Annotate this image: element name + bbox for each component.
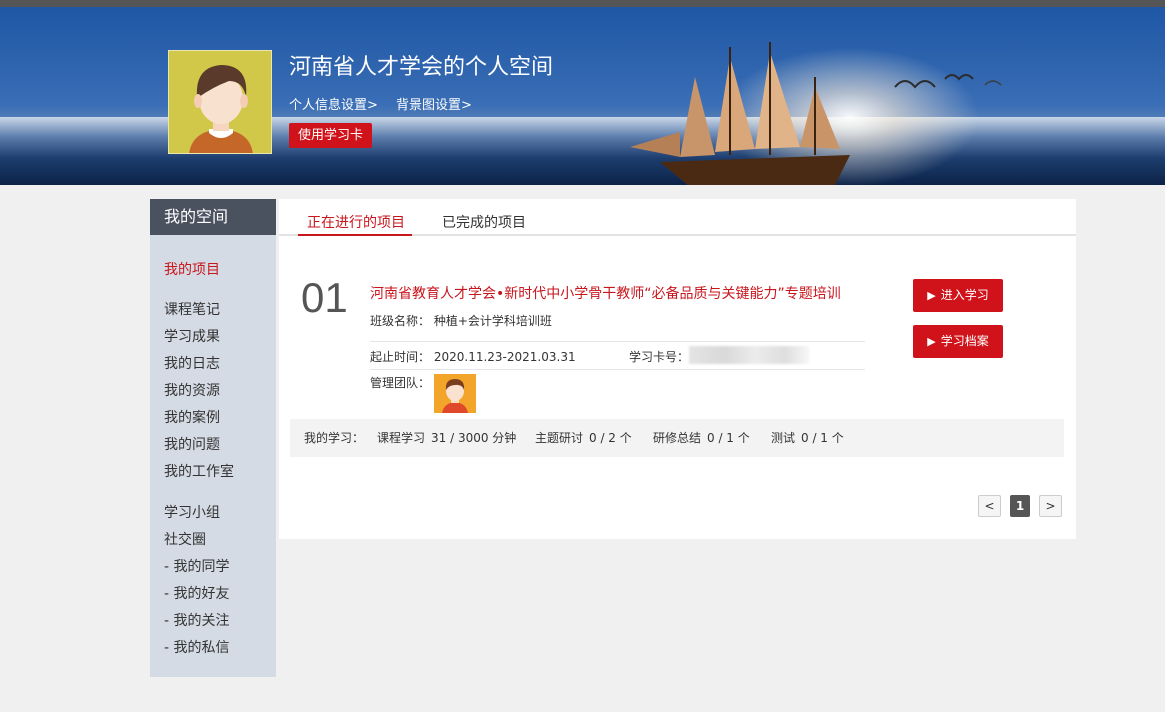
- sidebar-item-my-projects[interactable]: 我的项目: [164, 259, 220, 279]
- sidebar-item-my-questions[interactable]: 我的问题: [164, 434, 220, 454]
- study-card-label: 学习卡号：: [629, 350, 690, 364]
- tab-ongoing-projects[interactable]: 正在进行的项目: [307, 212, 405, 232]
- class-name-label: 班级名称：: [370, 314, 431, 328]
- use-study-card-button[interactable]: 使用学习卡: [289, 123, 372, 148]
- space-title: 河南省人才学会的个人空间: [289, 55, 554, 80]
- project-class-info: 班级名称： 种植+会计学科培训班: [370, 312, 552, 329]
- sidebar-item-classmates[interactable]: - 我的同学: [164, 556, 230, 576]
- summary-label: 研修总结: [653, 431, 702, 445]
- date-range-label: 起止时间：: [370, 350, 431, 364]
- user-avatar[interactable]: [168, 50, 272, 154]
- sidebar-item-my-resources[interactable]: 我的资源: [164, 380, 220, 400]
- study-card-number-redacted: [689, 346, 809, 364]
- enter-study-label: 进入学习: [940, 288, 989, 302]
- play-icon: ▶: [927, 335, 936, 348]
- study-progress-bar: 我的学习： 课程学习 31 / 3000 分钟 主题研讨 0 / 2 个 研修总…: [290, 419, 1064, 457]
- sidebar-item-private-messages[interactable]: - 我的私信: [164, 637, 230, 657]
- sidebar-item-my-cases[interactable]: 我的案例: [164, 407, 220, 427]
- tab-completed-projects[interactable]: 已完成的项目: [442, 212, 526, 232]
- project-tabs: 正在进行的项目 已完成的项目: [279, 199, 1076, 236]
- enter-study-button[interactable]: ▶ 进入学习: [913, 279, 1003, 312]
- prev-page-button[interactable]: <: [978, 495, 1001, 517]
- sidebar: 我的空间 我的项目 课程笔记 学习成果 我的日志 我的资源 我的案例 我的问题 …: [150, 199, 276, 677]
- project-date-info: 起止时间： 2020.11.23-2021.03.31: [370, 348, 576, 365]
- active-tab-indicator: [298, 234, 412, 236]
- team-person-icon: [434, 374, 476, 413]
- project-title-link[interactable]: 河南省教育人才学会•新时代中小学骨干教师“必备品质与关键能力”专题培训: [370, 283, 841, 303]
- my-study-label: 我的学习：: [304, 431, 365, 445]
- team-member-avatar[interactable]: [434, 374, 476, 413]
- summary-value: 0 / 1 个: [707, 431, 750, 445]
- current-page-button[interactable]: 1: [1010, 495, 1030, 517]
- settings-links: 个人信息设置> 背景图设置>: [289, 94, 486, 113]
- sailing-ship-illustration: [630, 42, 850, 185]
- sidebar-item-course-notes[interactable]: 课程笔记: [164, 299, 220, 319]
- topic-discussion-value: 0 / 2 个: [589, 431, 632, 445]
- avatar-person-icon: [169, 51, 271, 153]
- management-team-label: 管理团队：: [370, 376, 431, 390]
- project-number: 01: [301, 274, 348, 321]
- profile-banner: 河南省人才学会的个人空间 个人信息设置> 背景图设置> 使用学习卡: [0, 7, 1165, 185]
- study-archive-button[interactable]: ▶ 学习档案: [913, 325, 1003, 358]
- background-settings-link[interactable]: 背景图设置>: [396, 98, 472, 113]
- divider: [370, 369, 865, 370]
- sidebar-item-learning-results[interactable]: 学习成果: [164, 326, 220, 346]
- test-value: 0 / 1 个: [801, 431, 844, 445]
- profile-settings-link[interactable]: 个人信息设置>: [289, 98, 378, 113]
- sidebar-item-study-groups[interactable]: 学习小组: [164, 502, 220, 522]
- seagulls-illustration: [894, 74, 1002, 89]
- date-range-value: 2020.11.23-2021.03.31: [433, 350, 576, 364]
- study-archive-label: 学习档案: [940, 334, 989, 348]
- class-name-value: 种植+会计学科培训班: [433, 314, 552, 328]
- sidebar-item-my-journal[interactable]: 我的日志: [164, 353, 220, 373]
- divider: [370, 341, 865, 342]
- next-page-button[interactable]: >: [1039, 495, 1062, 517]
- sidebar-item-social-circle[interactable]: 社交圈: [164, 529, 206, 549]
- test-label: 测试: [771, 431, 796, 445]
- sidebar-item-following[interactable]: - 我的关注: [164, 610, 230, 630]
- course-study-value: 31 / 3000 分钟: [431, 431, 517, 445]
- projects-panel: 正在进行的项目 已完成的项目 01 河南省教育人才学会•新时代中小学骨干教师“必…: [279, 199, 1076, 539]
- course-study-label: 课程学习: [377, 431, 426, 445]
- sidebar-item-friends[interactable]: - 我的好友: [164, 583, 230, 603]
- topic-discussion-label: 主题研讨: [535, 431, 584, 445]
- top-strip: [0, 0, 1165, 7]
- play-icon: ▶: [927, 289, 936, 302]
- sidebar-title: 我的空间: [150, 199, 276, 235]
- sidebar-item-my-studio[interactable]: 我的工作室: [164, 461, 234, 481]
